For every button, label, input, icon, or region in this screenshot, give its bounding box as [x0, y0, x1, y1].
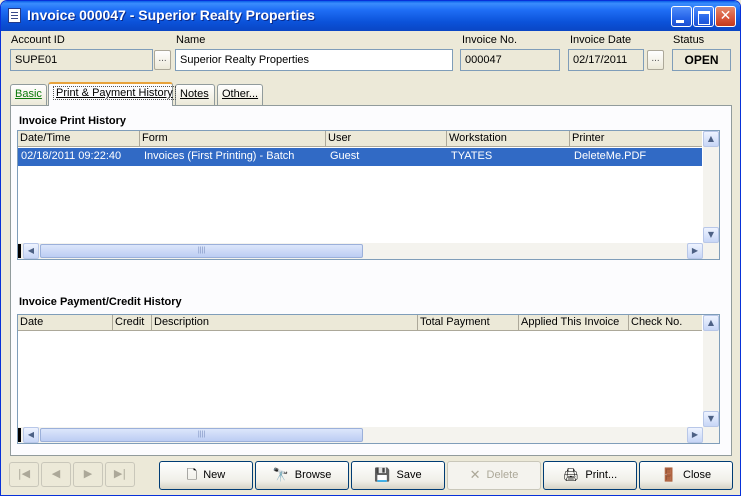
- last-record-button[interactable]: ▶|: [105, 462, 135, 487]
- cell-user: Guest: [330, 150, 360, 162]
- invoice-window: Invoice 000047 - Superior Realty Propert…: [0, 0, 741, 496]
- invoice-date-picker-button[interactable]: ...: [647, 50, 664, 70]
- status-badge: OPEN: [672, 49, 731, 71]
- title-bar[interactable]: Invoice 000047 - Superior Realty Propert…: [1, 1, 740, 31]
- binoculars-icon: 🔭: [272, 467, 289, 483]
- name-field[interactable]: Superior Realty Properties: [175, 49, 453, 71]
- print-history-grid[interactable]: Date/Time Form User Workstation Printer …: [17, 130, 720, 260]
- invoice-date-field[interactable]: 02/17/2011: [568, 49, 644, 71]
- print-button[interactable]: 🖨 Print...: [543, 461, 637, 490]
- print-history-header: Date/Time Form User Workstation Printer: [18, 131, 702, 147]
- column-header[interactable]: Description: [152, 315, 418, 331]
- delete-x-icon: ✕: [469, 467, 481, 483]
- vertical-scrollbar[interactable]: ▲ ▼: [703, 131, 719, 243]
- next-record-button[interactable]: ▶: [73, 462, 103, 487]
- scroll-up-icon[interactable]: ▲: [703, 131, 719, 147]
- payment-history-grid[interactable]: Date Credit Description Total Payment Ap…: [17, 314, 720, 444]
- print-history-title: Invoice Print History: [19, 115, 126, 127]
- scroll-left-icon[interactable]: ◀: [23, 243, 39, 259]
- scroll-right-icon[interactable]: ▶: [687, 427, 703, 443]
- column-header[interactable]: Date/Time: [18, 131, 140, 147]
- column-header[interactable]: Date: [18, 315, 113, 331]
- column-header[interactable]: Total Payment: [418, 315, 519, 331]
- tab-basic[interactable]: Basic: [10, 84, 47, 105]
- horizontal-scrollbar[interactable]: ◀ |||| ▶: [18, 243, 719, 259]
- horizontal-scrollbar[interactable]: ◀ |||| ▶: [18, 427, 719, 443]
- scroll-down-icon[interactable]: ▼: [703, 411, 719, 427]
- tab-other[interactable]: Other...: [217, 84, 263, 105]
- invoice-no-label: Invoice No.: [462, 34, 518, 46]
- exit-door-icon: 🚪: [660, 467, 678, 483]
- scroll-left-icon[interactable]: ◀: [23, 427, 39, 443]
- first-record-button[interactable]: |◀: [9, 462, 39, 487]
- scroll-thumb[interactable]: ||||: [40, 244, 363, 258]
- account-id-field[interactable]: SUPE01: [10, 49, 153, 71]
- column-header[interactable]: Applied This Invoice: [519, 315, 629, 331]
- name-label: Name: [176, 34, 206, 46]
- new-button[interactable]: 🗋 New: [159, 461, 253, 490]
- document-icon: [8, 8, 21, 23]
- status-label: Status: [673, 34, 705, 46]
- table-row[interactable]: 02/18/2011 09:22:40 Invoices (First Prin…: [18, 148, 702, 166]
- cell-form: Invoices (First Printing) - Batch: [144, 150, 295, 162]
- close-window-button[interactable]: ✕: [715, 6, 736, 27]
- column-header[interactable]: Check No.: [629, 315, 702, 331]
- vertical-scrollbar[interactable]: ▲ ▼: [703, 315, 719, 427]
- new-document-icon: 🗋: [186, 467, 198, 483]
- cell-workstation: TYATES: [451, 150, 493, 162]
- floppy-disk-icon: 💾: [374, 467, 391, 483]
- account-lookup-button[interactable]: ...: [154, 50, 171, 70]
- account-id-label: Account ID: [11, 34, 65, 46]
- invoice-no-field[interactable]: 000047: [460, 49, 560, 71]
- scroll-up-icon[interactable]: ▲: [703, 315, 719, 331]
- minimize-button[interactable]: [671, 6, 692, 27]
- tab-print-payment-history[interactable]: Print & Payment History: [48, 82, 176, 106]
- payment-history-header: Date Credit Description Total Payment Ap…: [18, 315, 702, 331]
- cell-printer: DeleteMe.PDF: [574, 150, 647, 162]
- scroll-right-icon[interactable]: ▶: [687, 243, 703, 259]
- scroll-marker: [18, 244, 21, 258]
- column-header[interactable]: Credit: [113, 315, 152, 331]
- close-button[interactable]: 🚪 Close: [639, 461, 733, 490]
- printer-icon: 🖨: [562, 467, 580, 483]
- previous-record-button[interactable]: ◀: [41, 462, 71, 487]
- window-title: Invoice 000047 - Superior Realty Propert…: [27, 7, 315, 23]
- save-button[interactable]: 💾 Save: [351, 461, 445, 490]
- maximize-button[interactable]: [693, 6, 714, 27]
- payment-history-title: Invoice Payment/Credit History: [19, 296, 182, 308]
- close-icon: ✕: [719, 8, 732, 24]
- scroll-down-icon[interactable]: ▼: [703, 227, 719, 243]
- delete-button[interactable]: ✕ Delete: [447, 461, 541, 490]
- column-header[interactable]: Form: [140, 131, 326, 147]
- column-header[interactable]: Workstation: [447, 131, 570, 147]
- tab-notes[interactable]: Notes: [175, 84, 215, 105]
- invoice-date-label: Invoice Date: [570, 34, 632, 46]
- scroll-marker: [18, 428, 21, 442]
- scroll-thumb[interactable]: ||||: [40, 428, 363, 442]
- cell-date-time: 02/18/2011 09:22:40: [21, 150, 122, 162]
- column-header[interactable]: User: [326, 131, 447, 147]
- column-header[interactable]: Printer: [570, 131, 702, 147]
- browse-button[interactable]: 🔭 Browse: [255, 461, 349, 490]
